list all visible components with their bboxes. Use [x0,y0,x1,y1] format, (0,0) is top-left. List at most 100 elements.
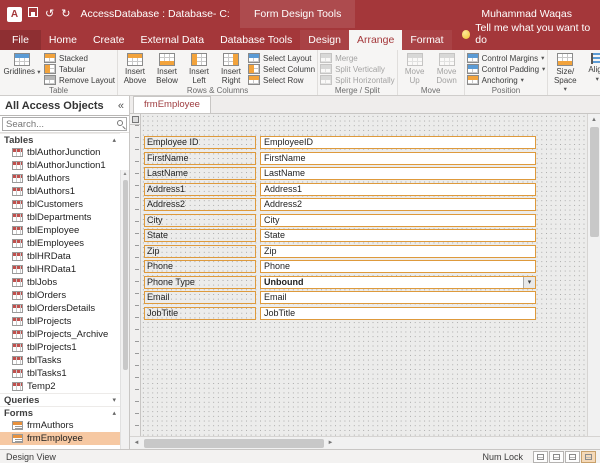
nav-item-table[interactable]: tblAuthors1 [0,185,120,198]
search-input[interactable] [2,117,127,131]
nav-item-table[interactable]: tblHRData [0,250,120,263]
field-label-control[interactable]: FirstName [144,152,256,165]
layout-view-button[interactable] [565,451,580,463]
field-label-control[interactable]: State [144,229,256,242]
combo-dropdown-icon[interactable]: ▾ [523,277,535,288]
form-selector-box[interactable] [130,114,140,125]
tab-file[interactable]: File [0,30,41,50]
tab-design[interactable]: Design [300,30,349,50]
nav-item-form[interactable]: frmEmployee [0,432,120,445]
collapse-pane-icon[interactable]: « [118,100,124,112]
datasheet-view-button[interactable] [533,451,548,463]
nav-item-table[interactable]: tblProjects1 [0,341,120,354]
insert-left-button[interactable]: Insert Left [184,51,214,85]
gridlines-button[interactable]: Gridlines ▾ [2,51,42,78]
remove-layout-button[interactable]: Remove Layout [44,75,115,85]
field-textbox-control[interactable]: Address1 ▾ [260,183,536,196]
nav-section-tables[interactable]: Tables ▴ [0,133,120,146]
nav-item-table[interactable]: tblJobs [0,276,120,289]
search-icon[interactable] [117,120,123,126]
field-label-control[interactable]: Address1 [144,183,256,196]
field-label-control[interactable]: Phone [144,260,256,273]
control-padding-button[interactable]: Control Padding ▾ [467,64,546,74]
field-label-control[interactable]: City [144,214,256,227]
nav-item-table[interactable]: tblEmployees [0,237,120,250]
insert-below-button[interactable]: Insert Below [152,51,182,85]
tell-me-box[interactable]: Tell me what you want to do [462,22,600,50]
nav-pane-scrollbar[interactable]: ▲ [120,170,129,449]
anchoring-button[interactable]: Anchoring ▾ [467,75,546,85]
field-textbox-control[interactable]: Email ▾ [260,291,536,304]
field-textbox-control[interactable]: Zip ▾ [260,245,536,258]
tab-database-tools[interactable]: Database Tools [212,30,300,50]
field-label-control[interactable]: JobTitle [144,307,256,320]
field-textbox-control[interactable]: City ▾ [260,214,536,227]
field-textbox-control[interactable]: Unbound ▾ [260,276,536,289]
vertical-ruler[interactable] [130,125,140,436]
nav-item-table[interactable]: tblProjects [0,315,120,328]
vertical-scrollbar[interactable]: ▲ [587,114,600,436]
nav-item-table[interactable]: tblProjects_Archive [0,328,120,341]
ribbon-group-table: Gridlines ▾ Stacked Tabular Remove Layou… [0,50,118,95]
field-textbox-control[interactable]: EmployeeID ▾ [260,136,536,149]
field-label-control[interactable]: Email [144,291,256,304]
nav-item-table[interactable]: tblEmployee [0,224,120,237]
field-label-control[interactable]: Address2 [144,198,256,211]
scrollbar-thumb[interactable] [123,180,128,370]
nav-item-table[interactable]: tblHRData1 [0,263,120,276]
nav-pane-header[interactable]: All Access Objects « [0,96,129,116]
nav-item-table[interactable]: tblAuthorJunction1 [0,159,120,172]
nav-item-table[interactable]: tblAuthorJunction [0,146,120,159]
tabular-button[interactable]: Tabular [44,64,115,74]
horizontal-scrollbar[interactable]: ◄ ► [130,436,600,449]
size-space-button[interactable]: Size/ Space ▾ [550,51,580,95]
undo-button[interactable]: ↺ [45,7,54,21]
scroll-up-arrow[interactable]: ▲ [123,170,128,178]
insert-right-button[interactable]: Insert Right [216,51,246,85]
redo-button[interactable]: ↻ [61,7,70,21]
nav-item-table[interactable]: tblTasks1 [0,367,120,380]
tab-create[interactable]: Create [85,30,133,50]
document-tab-frmEmployee[interactable]: frmEmployee [133,96,211,113]
nav-item-table[interactable]: tblOrdersDetails [0,302,120,315]
nav-section-forms[interactable]: Forms ▴ [0,406,120,419]
scroll-left-arrow[interactable]: ◄ [130,440,143,446]
field-label-control[interactable]: LastName [144,167,256,180]
tab-arrange[interactable]: Arrange [349,30,402,50]
select-layout-button[interactable]: Select Layout [248,53,315,63]
nav-item-form[interactable]: frmAuthors [0,419,120,432]
scroll-up-arrow[interactable]: ▲ [591,114,597,126]
tab-home[interactable]: Home [41,30,85,50]
select-row-button[interactable]: Select Row [248,75,315,85]
nav-item-table[interactable]: tblDepartments [0,211,120,224]
scrollbar-thumb[interactable] [590,127,599,237]
nav-item-table[interactable]: tblOrders [0,289,120,302]
field-label-control[interactable]: Phone Type [144,276,256,289]
stacked-button[interactable]: Stacked [44,53,115,63]
nav-item-table[interactable]: tblAuthors [0,172,120,185]
scrollbar-thumb[interactable] [144,439,324,448]
field-textbox-control[interactable]: LastName ▾ [260,167,536,180]
select-column-button[interactable]: Select Column [248,64,315,74]
tab-format[interactable]: Format [402,30,451,50]
field-textbox-control[interactable]: State ▾ [260,229,536,242]
field-textbox-control[interactable]: Address2 ▾ [260,198,536,211]
field-label-control[interactable]: Employee ID [144,136,256,149]
nav-section-queries[interactable]: Queries ▾ [0,393,120,406]
form-design-canvas[interactable]: Employee ID EmployeeID ▾ FirstName First… [141,114,587,436]
design-view-button[interactable] [581,451,596,463]
nav-item-table[interactable]: Temp2 [0,380,120,393]
save-button[interactable] [28,7,38,21]
insert-above-button[interactable]: Insert Above [120,51,150,85]
field-textbox-control[interactable]: FirstName ▾ [260,152,536,165]
tab-external-data[interactable]: External Data [132,30,212,50]
form-view-button[interactable] [549,451,564,463]
nav-item-table[interactable]: tblTasks [0,354,120,367]
field-textbox-control[interactable]: JobTitle ▾ [260,307,536,320]
field-textbox-control[interactable]: Phone ▾ [260,260,536,273]
align-button[interactable]: Align ▾ [582,51,600,84]
nav-item-table[interactable]: tblCustomers [0,198,120,211]
scroll-right-arrow[interactable]: ► [324,440,337,446]
field-label-control[interactable]: Zip [144,245,256,258]
control-margins-button[interactable]: Control Margins ▾ [467,53,546,63]
